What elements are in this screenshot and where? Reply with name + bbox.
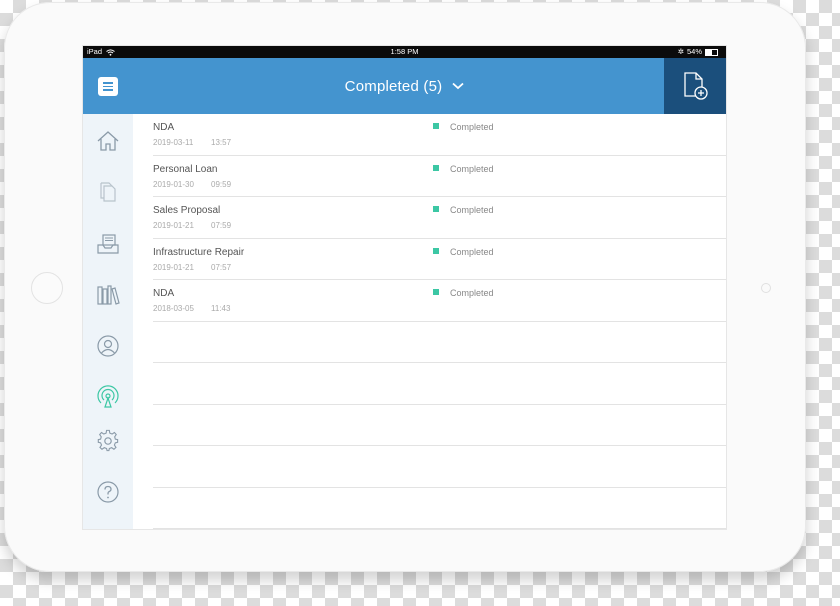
- inbox-icon[interactable]: [96, 232, 120, 256]
- status-label: Completed: [450, 122, 494, 132]
- battery-percent: 54%: [686, 47, 702, 56]
- status-label: Completed: [450, 205, 494, 215]
- status-dot: [433, 164, 439, 171]
- document-time: 11:43: [211, 304, 231, 313]
- library-icon[interactable]: [96, 283, 120, 307]
- list-item[interactable]: NDA 2019-03-11 13:57 Completed: [153, 114, 726, 156]
- status-time: 1:58 PM: [390, 47, 419, 56]
- document-date: 2019-01-21: [153, 221, 194, 230]
- empty-row: [153, 446, 726, 488]
- document-date: 2019-01-21: [153, 262, 194, 272]
- broadcast-icon[interactable]: [96, 385, 120, 409]
- document-time: 13:57: [211, 138, 232, 147]
- camera: [761, 283, 771, 293]
- add-document-icon: [684, 72, 708, 100]
- status-dot: [433, 206, 439, 212]
- user-icon[interactable]: [96, 334, 120, 358]
- document-name: Sales Proposal: [153, 205, 221, 216]
- battery-icon: [705, 48, 718, 56]
- list-item[interactable]: Sales Proposal 2019-01-21 07:59 Complete…: [153, 197, 726, 239]
- empty-row: [153, 405, 726, 446]
- document-date: 2019-03-11: [153, 138, 194, 147]
- status-dot: [433, 289, 439, 295]
- status-dot: [433, 247, 439, 254]
- empty-row: [153, 363, 726, 405]
- status-label: Completed: [450, 163, 494, 174]
- add-document-button[interactable]: [664, 58, 726, 114]
- page-title: Completed (5): [344, 77, 443, 95]
- empty-row: [153, 488, 726, 529]
- chevron-down-icon: [452, 82, 464, 90]
- status-right: ✲ 54%: [678, 46, 718, 58]
- home-icon[interactable]: [96, 129, 120, 153]
- documents-icon[interactable]: [96, 180, 120, 204]
- gear-icon[interactable]: [96, 429, 120, 453]
- document-time: 09:59: [211, 179, 232, 189]
- status-bar: iPad 1:58 PM ✲ 54%: [83, 46, 726, 58]
- document-date: 2018-03-05: [153, 304, 194, 313]
- bluetooth-icon: ✲: [677, 47, 684, 56]
- top-bar: Completed (5): [83, 58, 726, 114]
- document-name: NDA: [153, 288, 175, 299]
- status-label: Completed: [450, 246, 494, 257]
- document-name: Personal Loan: [153, 163, 218, 175]
- sidebar: [83, 114, 133, 529]
- document-date: 2019-01-30: [153, 179, 194, 189]
- title-dropdown[interactable]: Completed (5): [83, 58, 664, 114]
- help-icon[interactable]: [96, 480, 120, 504]
- document-time: 07:57: [211, 262, 232, 272]
- status-dot: [433, 123, 439, 129]
- screen: iPad 1:58 PM ✲ 54% Completed (5) NDA 201…: [82, 45, 727, 530]
- list-item[interactable]: NDA 2018-03-05 11:43 Completed: [153, 280, 726, 322]
- document-time: 07:59: [211, 221, 232, 230]
- document-name: NDA: [153, 122, 175, 133]
- document-name: Infrastructure Repair: [153, 246, 245, 258]
- status-label: Completed: [450, 288, 494, 298]
- home-button[interactable]: [31, 272, 63, 304]
- empty-row: [153, 322, 726, 363]
- list-item[interactable]: Infrastructure Repair 2019-01-21 07:57 C…: [153, 239, 726, 280]
- document-list: NDA 2019-03-11 13:57 Completed Personal …: [153, 114, 726, 529]
- list-item[interactable]: Personal Loan 2019-01-30 09:59 Completed: [153, 156, 726, 197]
